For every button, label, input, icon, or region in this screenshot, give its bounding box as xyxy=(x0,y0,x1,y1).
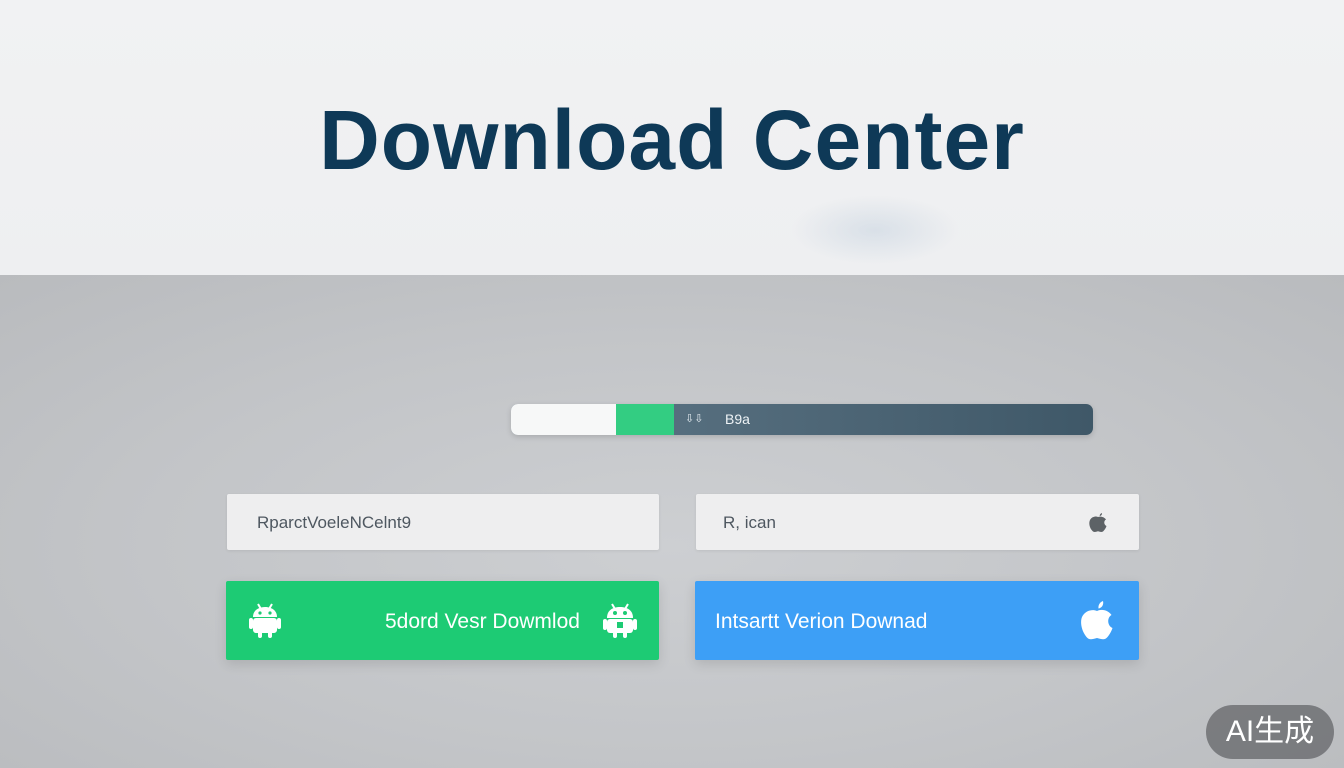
ios-version-text: R, ican xyxy=(723,513,776,532)
download-icon: ⇩⇩ xyxy=(685,413,704,425)
ios-download-label: Intsartt Verion Downad xyxy=(715,610,928,633)
main-area xyxy=(0,275,1344,768)
ios-version-field: R, ican xyxy=(696,494,1139,550)
ai-generated-badge: AI生成 xyxy=(1206,705,1334,759)
android-icon xyxy=(249,603,281,638)
android-download-label: 5dord Vesr Dowmlod xyxy=(385,610,580,633)
android-download-button[interactable]: 5dord Vesr Dowmlod xyxy=(226,581,659,660)
page-title: Download Center xyxy=(319,93,1025,187)
android-icon xyxy=(603,603,637,638)
page: Download Center ⇩⇩ B9a RparctVoeleNCelnt… xyxy=(0,0,1344,768)
progress-fill xyxy=(616,404,674,435)
progress-label: B9a xyxy=(725,411,750,427)
android-version-field: RparctVoeleNCelnt9 xyxy=(227,494,659,550)
progress-track-start xyxy=(511,404,616,435)
android-version-text: RparctVoeleNCelnt9 xyxy=(257,513,412,532)
apple-icon xyxy=(1081,601,1113,640)
header: Download Center xyxy=(0,0,1344,275)
download-progress-bar: ⇩⇩ B9a xyxy=(511,404,1093,435)
apple-icon xyxy=(1089,513,1107,532)
ios-download-button[interactable]: Intsartt Verion Downad xyxy=(695,581,1139,660)
